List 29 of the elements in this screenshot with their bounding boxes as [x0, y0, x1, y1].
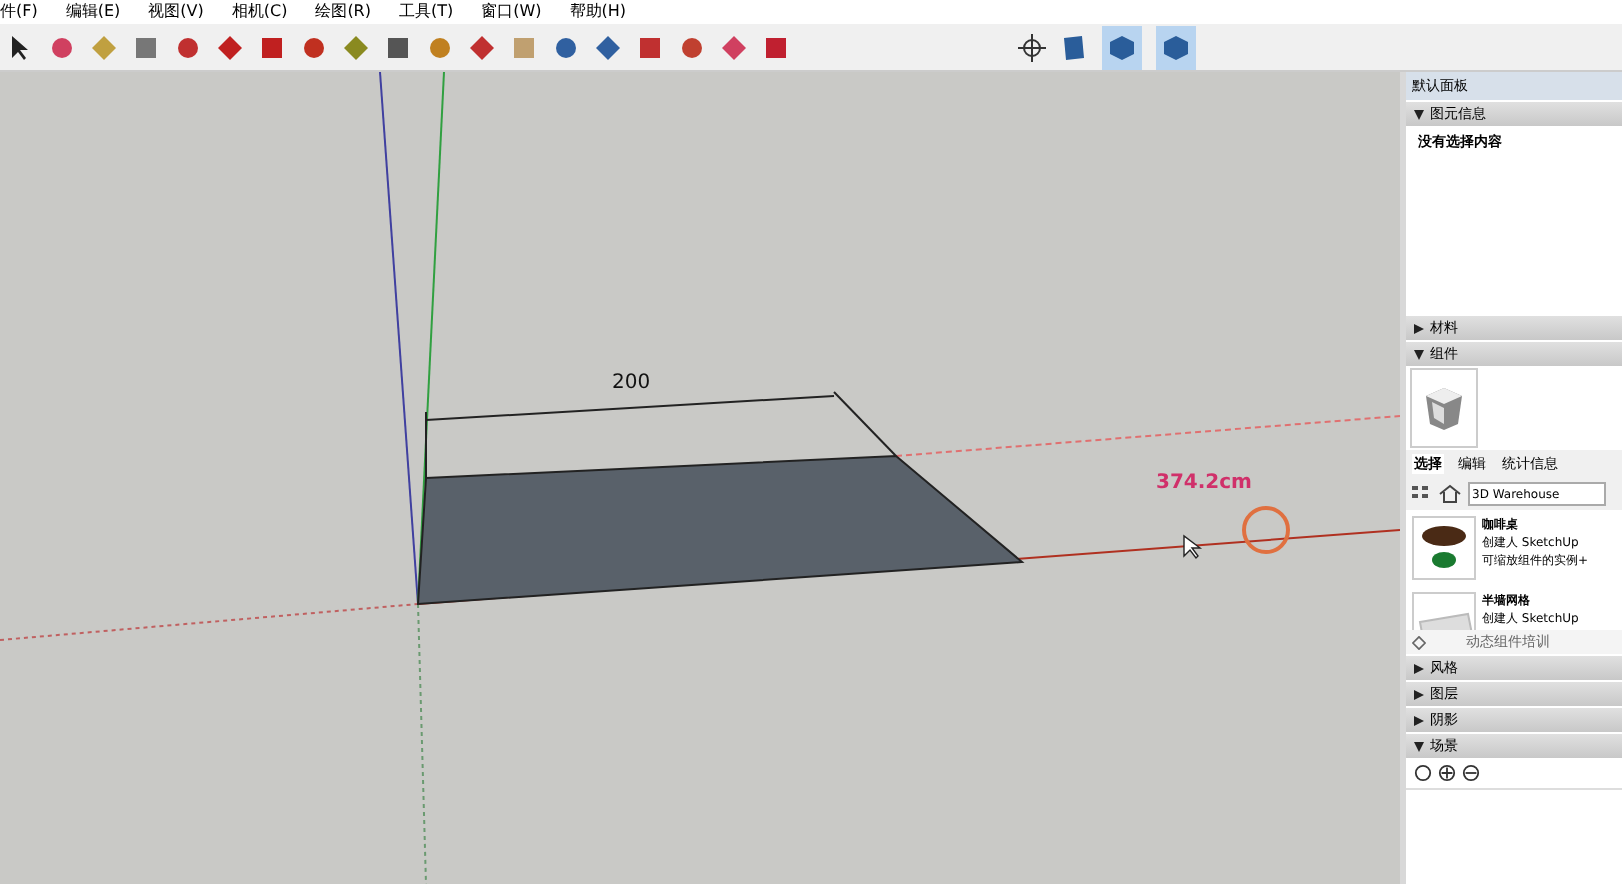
- table-thumbnail[interactable]: [1412, 516, 1476, 580]
- collapsed-icon[interactable]: [1414, 663, 1424, 673]
- cursor-circle: [1242, 506, 1290, 554]
- add-icon[interactable]: [1438, 764, 1456, 782]
- expanded-icon[interactable]: [1414, 741, 1424, 751]
- grid-view-icon[interactable]: [1412, 485, 1432, 503]
- expanded-icon[interactable]: [1414, 109, 1424, 119]
- menu-item[interactable]: 绘图(R): [315, 0, 371, 24]
- cursor-icon: [1183, 534, 1203, 560]
- collapsed-icon[interactable]: [1414, 323, 1424, 333]
- remove-icon[interactable]: [1462, 764, 1480, 782]
- menu-item[interactable]: 工具(T): [399, 0, 454, 24]
- home-icon[interactable]: [1438, 484, 1462, 504]
- collapsed-icon[interactable]: [1414, 715, 1424, 725]
- menu-item[interactable]: 编辑(E): [65, 0, 121, 24]
- dimension-label: 200: [612, 372, 651, 394]
- menu-item[interactable]: 帮助(H): [569, 0, 627, 24]
- menu-item[interactable]: 件(F): [0, 0, 38, 24]
- diamond-icon[interactable]: [1412, 635, 1426, 649]
- menu-item[interactable]: 视图(V): [148, 0, 204, 24]
- crosshair-icon[interactable]: [1018, 33, 1046, 61]
- measure-label: 374.2cm: [1156, 472, 1252, 494]
- drawing-canvas[interactable]: 200 374.2cm: [0, 72, 1400, 884]
- menu-item[interactable]: 窗口(W): [481, 0, 542, 24]
- collapsed-icon[interactable]: [1414, 689, 1424, 699]
- rectangle-face[interactable]: [416, 455, 1025, 606]
- menu-item[interactable]: 相机(C): [231, 0, 288, 24]
- expanded-icon[interactable]: [1414, 349, 1424, 359]
- cube-icon: [1422, 384, 1466, 432]
